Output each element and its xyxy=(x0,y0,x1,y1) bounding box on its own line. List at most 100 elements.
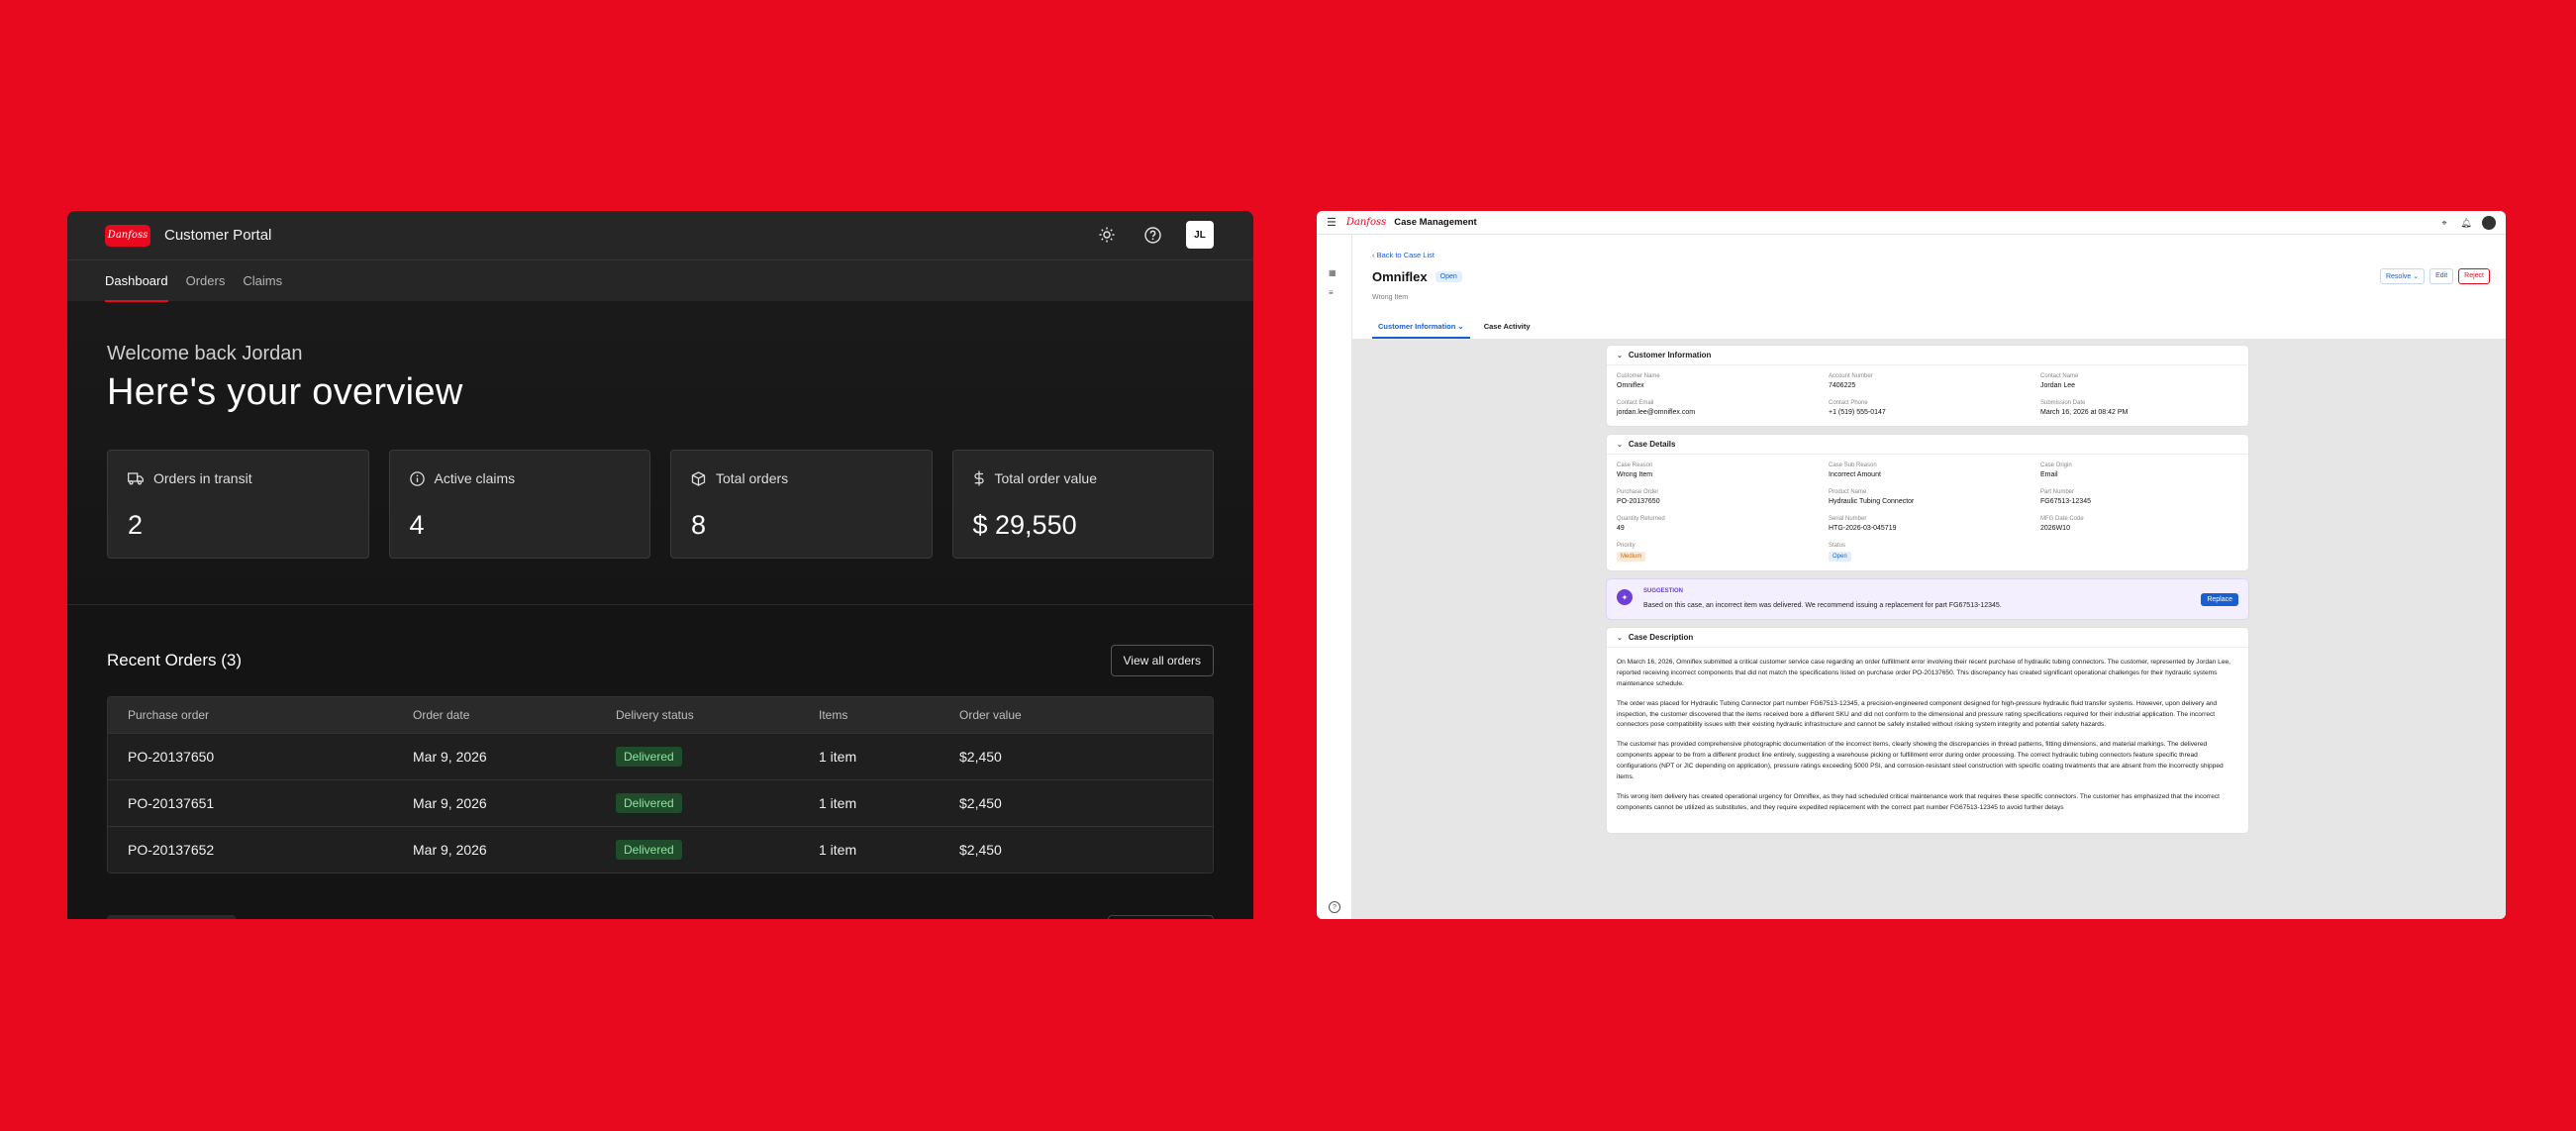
background-frame: Danfoss Customer Portal JL Dashboard Ord… xyxy=(0,0,2576,1131)
order-date-cell: Mar 9, 2026 xyxy=(413,749,487,765)
field-account-number: Account Number 7406225 xyxy=(1829,373,2040,389)
list-nav-icon[interactable]: ≡ xyxy=(1329,288,1340,298)
portal-nav: Dashboard Orders Claims xyxy=(67,259,1253,302)
field-label: Submission Date xyxy=(2040,400,2086,406)
edit-button[interactable]: Edit xyxy=(2429,268,2454,284)
replace-button[interactable]: Replace xyxy=(2201,593,2238,606)
description-paragraph: On March 16, 2026, Omniflex submitted a … xyxy=(1617,659,2230,687)
case-tabs: Customer Information ⌄ Case Activity xyxy=(1372,316,1536,339)
cm-header-actions: ⌖ 🔔︎ xyxy=(2438,216,2496,230)
field-label: Priority xyxy=(1617,543,1635,549)
field-mfg-date-code: MFG Date Code 2026W10 xyxy=(2040,516,2238,532)
location-pin-icon[interactable]: ⌖ xyxy=(2438,217,2450,229)
field-part-number: Part Number FG67513-12345 xyxy=(2040,489,2238,505)
order-value-cell: $2,450 xyxy=(959,795,1002,811)
portal-header: Danfoss Customer Portal JL xyxy=(67,211,1253,259)
help-icon[interactable]: ? xyxy=(1329,901,1340,913)
case-title: Omniflex Open xyxy=(1372,269,1462,284)
field-label: Part Number xyxy=(2040,489,2075,495)
field-value: Omniflex xyxy=(1617,382,1644,389)
stat-label: Orders in transit xyxy=(153,470,252,486)
col-delivery-status[interactable]: Delivery status xyxy=(616,708,819,722)
col-items[interactable]: Items xyxy=(819,708,959,722)
suggestion-title: SUGGESTION xyxy=(1643,588,1684,594)
items-cell: 1 item xyxy=(819,842,857,858)
card-header[interactable]: ⌄ Case Description xyxy=(1607,628,2248,648)
sparkle-icon: ✦ xyxy=(1617,589,1633,605)
stat-label: Active claims xyxy=(434,470,516,486)
case-content-column: ⌄ Customer Information Customer Name Omnif… xyxy=(1606,345,2249,841)
purchase-order-cell[interactable]: PO-20137651 xyxy=(128,795,413,811)
bell-icon[interactable]: 🔔︎ xyxy=(2460,217,2472,229)
help-icon[interactable] xyxy=(1140,223,1164,247)
table-row[interactable]: PO-20137650 Mar 9, 2026 Delivered 1 item… xyxy=(108,733,1213,779)
col-purchase-order[interactable]: Purchase order xyxy=(128,708,413,722)
suggestion-banner: ✦ SUGGESTION Based on this case, an inco… xyxy=(1606,578,2249,620)
items-cell: 1 item xyxy=(819,749,857,765)
field-value: Email xyxy=(2040,471,2058,478)
danfoss-logo[interactable]: Danfoss xyxy=(1346,217,1386,228)
tab-case-activity[interactable]: Case Activity xyxy=(1478,316,1536,339)
reject-button[interactable]: Reject xyxy=(2458,268,2490,284)
purchase-order-cell[interactable]: PO-20137650 xyxy=(128,749,413,765)
field-submission-date: Submission Date March 16, 2026 at 08:42 P… xyxy=(2040,400,2238,416)
field-value: March 16, 2026 at 08:42 PM xyxy=(2040,409,2129,416)
table-row[interactable]: PO-20137651 Mar 9, 2026 Delivered 1 item… xyxy=(108,779,1213,826)
description-paragraph: This wrong item delivery has created ope… xyxy=(1617,792,2221,811)
recent-orders-title: Recent Orders (3) xyxy=(107,651,243,669)
theme-sun-icon[interactable] xyxy=(1095,223,1119,247)
field-product-name: Product Name Hydraulic Tubing Connector xyxy=(1829,489,2040,505)
stat-value: 2 xyxy=(128,510,144,540)
field-label: Contact Name xyxy=(2040,373,2079,379)
order-value-cell: $2,450 xyxy=(959,749,1002,765)
field-priority: Priority Medium xyxy=(1617,543,1829,562)
grid-nav-icon[interactable]: ▦ xyxy=(1329,268,1340,278)
stat-label: Total orders xyxy=(716,470,789,486)
field-label: Customer Name xyxy=(1617,373,1660,379)
field-value: Hydraulic Tubing Connector xyxy=(1829,498,1915,505)
stat-orders-in-transit: Orders in transit 2 xyxy=(107,450,369,559)
resolve-label: Resolve xyxy=(2385,273,2412,280)
nav-orders[interactable]: Orders xyxy=(186,260,226,302)
nav-claims[interactable]: Claims xyxy=(243,260,282,302)
hamburger-menu-icon[interactable]: ☰ xyxy=(1327,216,1337,229)
stat-total-order-value: Total order value $ 29,550 xyxy=(951,450,1214,559)
field-value: HTG-2026-03-045719 xyxy=(1829,525,1897,532)
view-all-orders-button[interactable]: View all orders xyxy=(1110,645,1214,676)
info-icon xyxy=(409,470,425,486)
chevron-down-icon[interactable]: ⌄ xyxy=(1617,352,1623,360)
case-subtitle: Wrong Item xyxy=(1372,294,1409,301)
stat-value: $ 29,550 xyxy=(972,510,1077,540)
col-order-date[interactable]: Order date xyxy=(413,708,616,722)
card-title: Case Description xyxy=(1628,633,1694,642)
card-header[interactable]: ⌄ Case Details xyxy=(1607,435,2248,455)
dollar-icon xyxy=(973,470,984,486)
card-header[interactable]: ⌄ Customer Information xyxy=(1607,346,2248,365)
field-value: Wrong Item xyxy=(1617,471,1653,478)
case-body: ⌄ Customer Information Customer Name Omnif… xyxy=(1352,339,2506,919)
next-section-button-cutoff[interactable] xyxy=(1108,915,1214,919)
stats-row: Orders in transit 2 Active claims 4 Tota… xyxy=(107,450,1214,559)
back-to-case-list-link[interactable]: ‹ Back to Case List xyxy=(1372,251,1435,259)
col-order-value[interactable]: Order value xyxy=(959,708,1213,722)
user-avatar[interactable]: JL xyxy=(1186,221,1214,249)
status-badge: Delivered xyxy=(616,840,682,860)
field-value: FG67513-12345 xyxy=(2040,498,2091,505)
case-actions: Resolve ⌄ Edit Reject xyxy=(2379,268,2490,284)
description-paragraph: The customer has provided comprehensive … xyxy=(1617,741,2224,780)
priority-badge: Medium xyxy=(1617,552,1646,562)
field-label: Case Origin xyxy=(2040,463,2072,468)
table-row[interactable]: PO-20137652 Mar 9, 2026 Delivered 1 item… xyxy=(108,826,1213,873)
user-avatar[interactable] xyxy=(2482,216,2496,230)
purchase-order-cell[interactable]: PO-20137652 xyxy=(128,842,413,858)
resolve-button[interactable]: Resolve ⌄ xyxy=(2379,268,2426,284)
orders-table: Purchase order Order date Delivery statu… xyxy=(107,696,1214,874)
danfoss-logo[interactable]: Danfoss xyxy=(105,224,150,247)
field-value: Incorrect Amount xyxy=(1829,471,1881,478)
case-name: Omniflex xyxy=(1372,269,1428,284)
chevron-down-icon[interactable]: ⌄ xyxy=(1617,441,1623,449)
tab-customer-information[interactable]: Customer Information ⌄ xyxy=(1372,316,1470,339)
chevron-down-icon[interactable]: ⌄ xyxy=(1617,634,1623,642)
nav-dashboard[interactable]: Dashboard xyxy=(105,260,168,302)
field-label: Serial Number xyxy=(1829,516,1867,522)
